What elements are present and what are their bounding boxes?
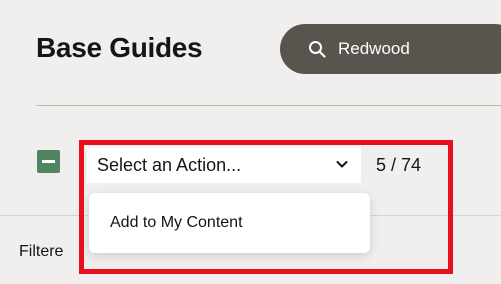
action-select-value: Select an Action... bbox=[97, 155, 242, 175]
search-input[interactable]: Redwood bbox=[338, 38, 410, 60]
result-count: 5 / 74 bbox=[376, 155, 422, 175]
filtered-label: Filtere bbox=[19, 243, 64, 260]
menu-item-label: Add to My Content bbox=[110, 214, 243, 231]
page-title: Base Guides bbox=[36, 32, 203, 63]
collapse-all-button[interactable] bbox=[37, 150, 60, 173]
chevron-down-icon bbox=[336, 161, 348, 168]
search-icon bbox=[309, 41, 326, 58]
action-dropdown-menu: Add to My Content bbox=[89, 193, 370, 253]
search-bar[interactable]: Redwood bbox=[280, 24, 501, 74]
minus-icon bbox=[42, 160, 55, 163]
menu-item-add-to-my-content[interactable]: Add to My Content bbox=[89, 193, 370, 253]
action-select[interactable]: Select an Action... bbox=[87, 146, 361, 183]
header-divider bbox=[36, 105, 501, 106]
